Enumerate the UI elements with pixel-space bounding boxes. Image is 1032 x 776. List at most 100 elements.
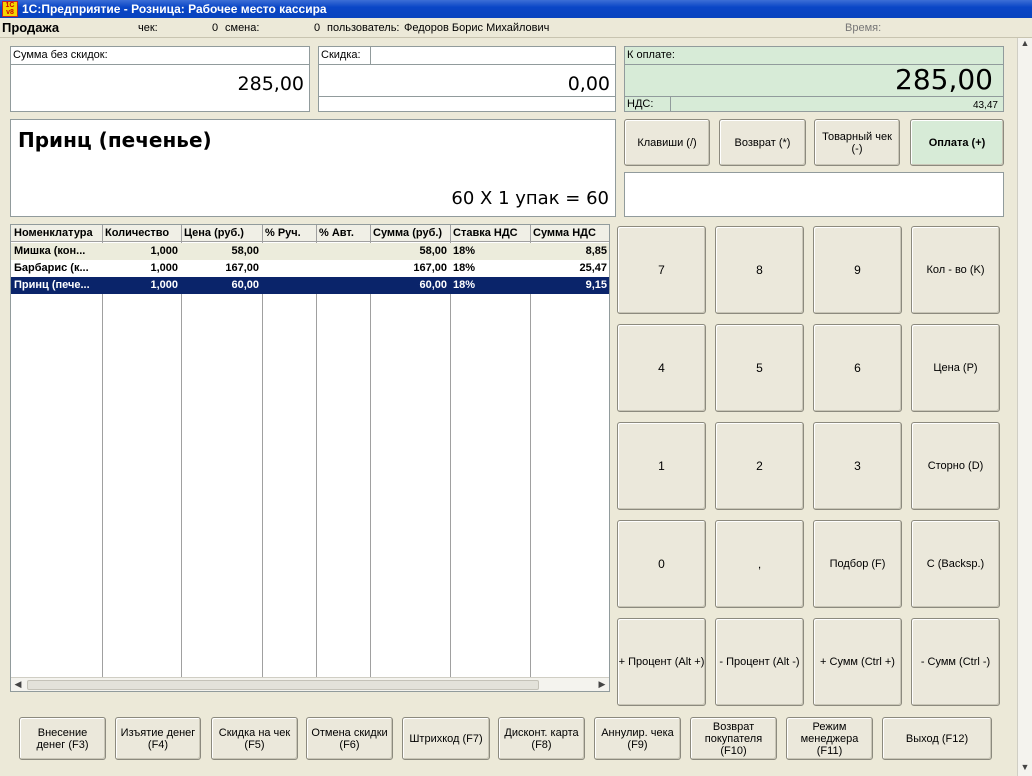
row-name: Принц (пече... [14,279,90,291]
col-header-auto-pct[interactable]: % Авт. [316,225,370,242]
check-value: 0 [212,22,219,34]
key-8-button[interactable]: 8 [715,226,804,314]
row-qty: 1,000 [150,262,178,274]
vat-label: НДС: [627,98,654,110]
table-row-selected[interactable]: Принц (пече... 1,000 60,00 60,00 18% 9,1… [11,277,609,294]
shift-label: смена: [225,22,260,34]
key-2-button[interactable]: 2 [715,422,804,510]
key-0-button[interactable]: 0 [617,520,706,608]
row-qty: 1,000 [150,245,178,257]
user-label: пользователь: [327,22,400,34]
mode-label: Продажа [2,20,60,35]
row-qty: 1,000 [150,279,178,291]
table-row[interactable]: Барбарис (к... 1,000 167,00 167,00 18% 2… [11,260,609,277]
barcode-button[interactable]: Штрихкод (F7) [402,717,490,760]
storno-button[interactable]: Сторно (D) [911,422,1000,510]
key-comma-button[interactable]: , [715,520,804,608]
key-6-button[interactable]: 6 [813,324,902,412]
row-name: Барбарис (к... [14,262,89,274]
row-sum: 167,00 [413,262,447,274]
row-price: 167,00 [225,262,259,274]
cash-in-button[interactable]: Внесение денег (F3) [19,717,106,760]
check-discount-button[interactable]: Скидка на чек (F5) [211,717,298,760]
cancel-discount-button[interactable]: Отмена скидки (F6) [306,717,393,760]
select-button[interactable]: Подбор (F) [813,520,902,608]
cash-out-button[interactable]: Изъятие денег (F4) [115,717,201,760]
return-button[interactable]: Возврат (*) [719,119,806,166]
sum-no-discount-label: Сумма без скидок: [13,49,108,61]
row-auto-pct [316,243,370,260]
to-pay-value: 285,00 [895,63,993,96]
row-vat-rate: 18% [453,279,476,291]
key-1-button[interactable]: 1 [617,422,706,510]
row-vat-rate: 18% [453,262,476,274]
col-header-vat-rate[interactable]: Ставка НДС [450,225,530,242]
title-bar: 1С v8 1С:Предприятие - Розница: Рабочее м… [0,0,1032,18]
to-pay-label: К оплате: [627,49,675,61]
key-5-button[interactable]: 5 [715,324,804,412]
product-calc: 60 X 1 упак = 60 [451,188,609,209]
row-manual-pct [262,243,316,260]
user-value: Федоров Борис Михайлович [404,22,550,34]
scroll-up-icon[interactable]: ▲ [1018,38,1032,52]
shift-value: 0 [314,22,321,34]
void-check-button[interactable]: Аннулир. чека (F9) [594,717,681,760]
col-header-vat-sum[interactable]: Сумма НДС [530,225,609,242]
row-manual-pct [262,260,316,277]
minus-sum-button[interactable]: - Сумм (Ctrl -) [911,618,1000,706]
exit-button[interactable]: Выход (F12) [882,717,992,760]
discount-label: Скидка: [321,49,361,61]
current-product-box: Принц (печенье) 60 X 1 упак = 60 [10,119,616,217]
key-7-button[interactable]: 7 [617,226,706,314]
row-name: Мишка (кон... [14,245,86,257]
key-4-button[interactable]: 4 [617,324,706,412]
window-title: 1С:Предприятие - Розница: Рабочее место … [22,2,327,16]
scroll-left-icon[interactable]: ◀ [11,678,25,691]
manager-mode-button[interactable]: Режим менеджера (F11) [786,717,873,760]
header-info: Продажа чек: 0 смена: 0 пользователь: Фе… [0,18,1032,38]
discount-value: 0,00 [567,73,610,95]
minus-percent-button[interactable]: - Процент (Alt -) [715,618,804,706]
discount-card-button[interactable]: Дисконт. карта (F8) [498,717,585,760]
key-3-button[interactable]: 3 [813,422,902,510]
col-header-name[interactable]: Номенклатура [11,225,102,242]
keys-button[interactable]: Клавиши (/) [624,119,710,166]
row-price: 60,00 [231,279,259,291]
product-name: Принц (печенье) [18,128,212,152]
vertical-scrollbar[interactable]: ▲ ▼ [1017,38,1032,776]
app-logo-icon: 1С v8 [2,1,18,17]
plus-sum-button[interactable]: + Сумм (Ctrl +) [813,618,902,706]
quantity-button[interactable]: Кол - во (K) [911,226,1000,314]
row-sum: 60,00 [419,279,447,291]
key-9-button[interactable]: 9 [813,226,902,314]
message-field [624,172,1004,217]
pay-button[interactable]: Оплата (+) [910,119,1004,166]
row-vat-sum: 25,47 [579,262,607,274]
scroll-thumb[interactable] [27,680,539,690]
row-vat-sum: 9,15 [585,279,607,291]
row-auto-pct [316,260,370,277]
receipt-button[interactable]: Товарный чек (-) [814,119,900,166]
scroll-down-icon[interactable]: ▼ [1018,762,1032,776]
col-header-manual-pct[interactable]: % Руч. [262,225,316,242]
customer-return-button[interactable]: Возврат покупателя (F10) [690,717,777,760]
row-sum: 58,00 [419,245,447,257]
to-pay-box: К оплате: 285,00 НДС: 43,47 [624,46,1004,112]
col-header-price[interactable]: Цена (руб.) [181,225,262,242]
col-header-sum[interactable]: Сумма (руб.) [370,225,450,242]
time-label: Время: [845,22,882,34]
items-table[interactable]: Номенклатура Количество Цена (руб.) % Ру… [10,224,610,692]
plus-percent-button[interactable]: + Процент (Alt +) [617,618,706,706]
horizontal-scrollbar[interactable]: ◀ ▶ [11,677,609,691]
row-vat-rate: 18% [453,245,476,257]
scroll-right-icon[interactable]: ▶ [595,678,609,691]
sum-no-discount-box: Сумма без скидок: 285,00 [10,46,310,112]
discount-box: Скидка: 0,00 [318,46,616,112]
backspace-button[interactable]: C (Backsp.) [911,520,1000,608]
vat-value: 43,47 [972,100,998,111]
col-header-qty[interactable]: Количество [102,225,181,242]
sum-no-discount-value: 285,00 [237,73,304,95]
price-button[interactable]: Цена (P) [911,324,1000,412]
table-row[interactable]: Мишка (кон... 1,000 58,00 58,00 18% 8,85 [11,243,609,260]
check-label: чек: [138,22,158,34]
